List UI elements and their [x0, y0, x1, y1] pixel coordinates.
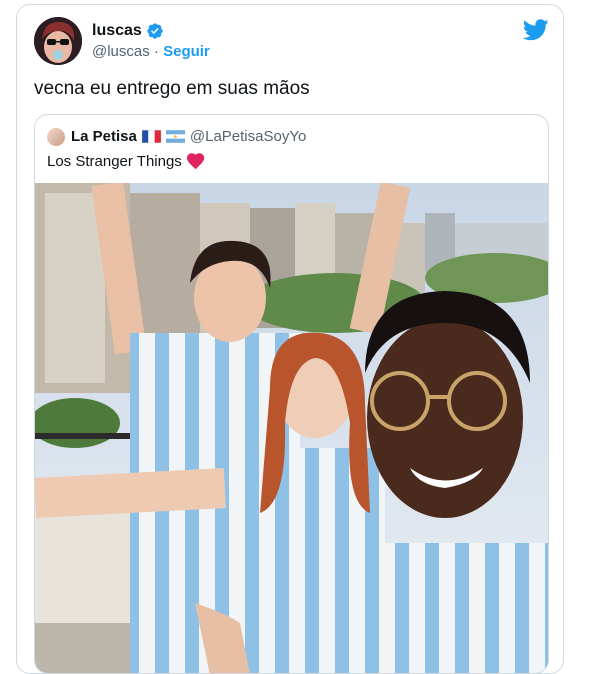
- france-flag-icon: [141, 130, 162, 143]
- quoted-avatar[interactable]: [47, 128, 65, 146]
- argentina-flag-icon: [165, 130, 185, 143]
- display-name[interactable]: luscas: [92, 22, 142, 40]
- separator: ·: [149, 43, 164, 60]
- quoted-handle[interactable]: @LaPetisaSoyYo: [190, 128, 306, 145]
- quoted-text: Los Stranger Things: [47, 153, 182, 170]
- red-heart-icon: [186, 153, 205, 170]
- handle[interactable]: @luscas: [92, 43, 150, 60]
- quoted-tweet[interactable]: La Petisa @LaPetisaSoyYo Los Stranger Th…: [34, 114, 549, 673]
- tweet-text: vecna eu entrego em suas mãos: [34, 78, 310, 99]
- follow-button[interactable]: Seguir: [163, 43, 210, 60]
- avatar[interactable]: [34, 17, 82, 65]
- tweet-card[interactable]: luscas @luscas · Seguir vecna eu entrego…: [16, 4, 564, 674]
- twitter-bird-icon[interactable]: [522, 19, 549, 41]
- quoted-display-name[interactable]: La Petisa: [71, 128, 137, 145]
- quoted-photo[interactable]: [35, 183, 548, 673]
- verified-badge-icon: [146, 22, 164, 40]
